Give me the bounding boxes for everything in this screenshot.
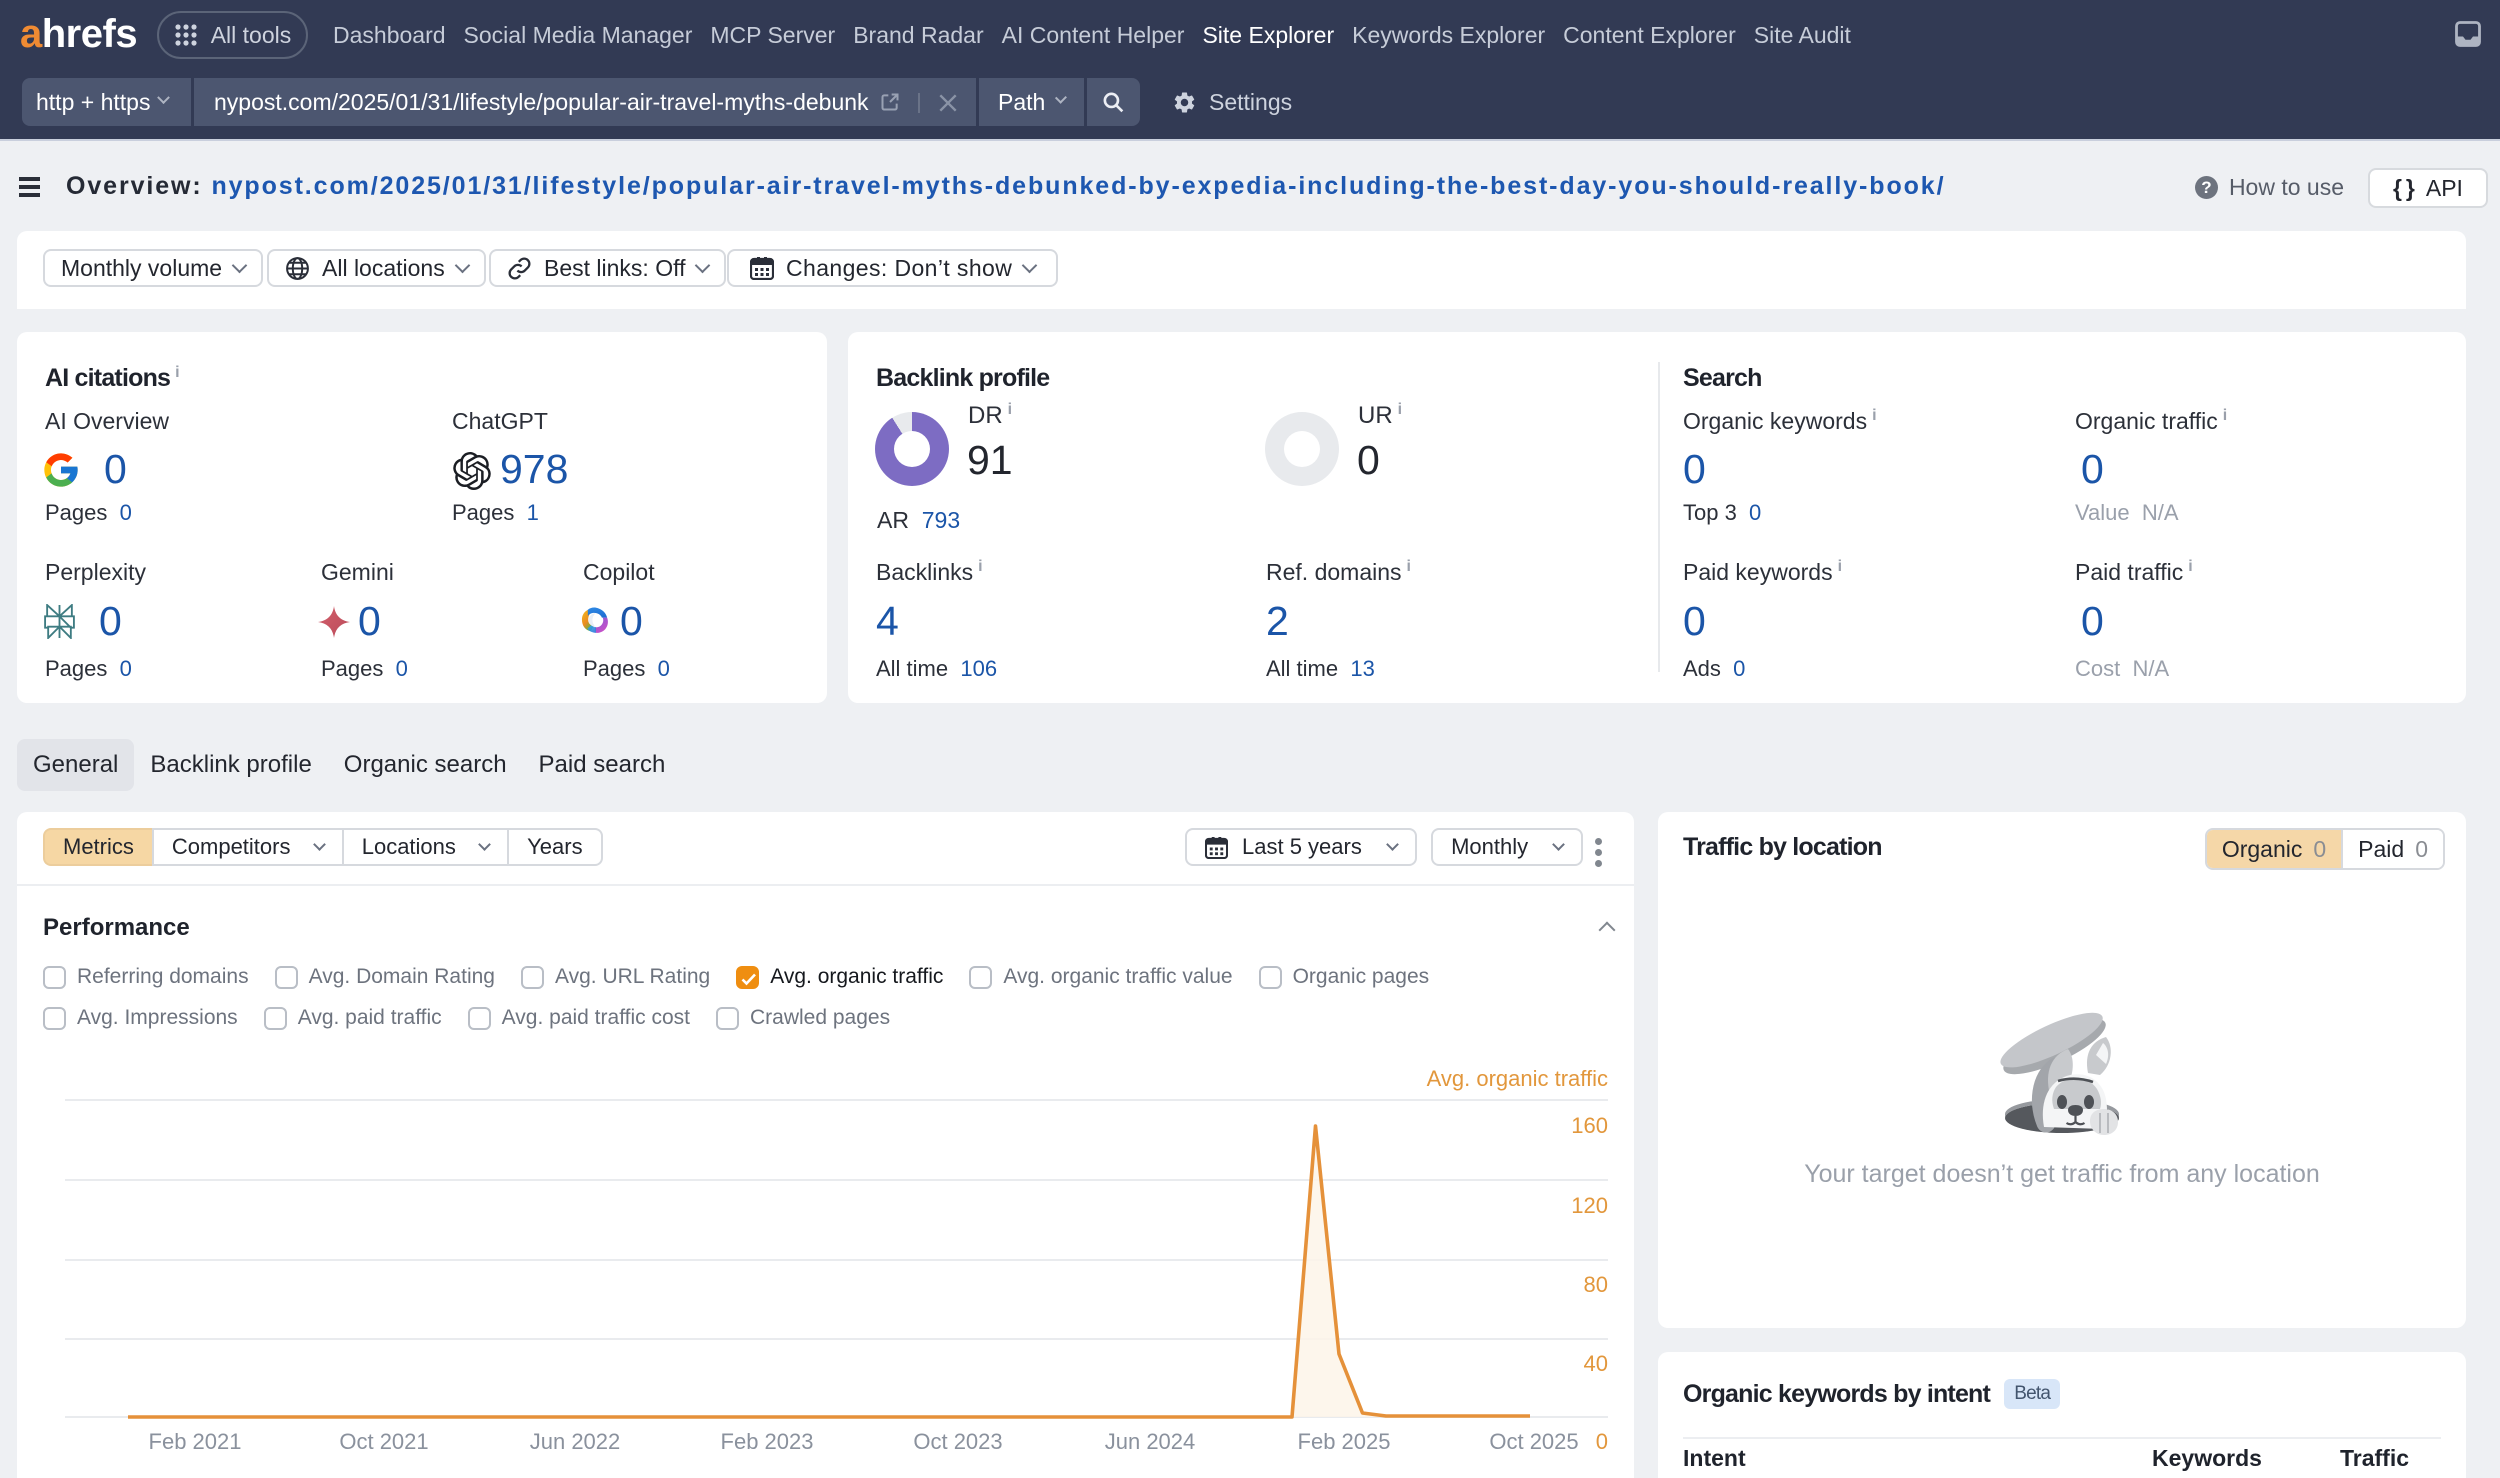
- svg-text:40: 40: [1584, 1351, 1608, 1376]
- svg-text:Feb 2025: Feb 2025: [1298, 1429, 1391, 1454]
- svg-text:Feb 2021: Feb 2021: [149, 1429, 242, 1454]
- svg-text:Oct 2025: Oct 2025: [1489, 1429, 1578, 1454]
- svg-text:Jun 2024: Jun 2024: [1105, 1429, 1196, 1454]
- svg-text:Jun 2022: Jun 2022: [530, 1429, 621, 1454]
- svg-text:Oct 2023: Oct 2023: [913, 1429, 1002, 1454]
- svg-text:Oct 2021: Oct 2021: [339, 1429, 428, 1454]
- svg-text:120: 120: [1571, 1193, 1608, 1218]
- svg-text:0: 0: [1596, 1429, 1608, 1454]
- svg-text:80: 80: [1584, 1272, 1608, 1297]
- svg-text:Feb 2023: Feb 2023: [721, 1429, 814, 1454]
- svg-text:160: 160: [1571, 1113, 1608, 1138]
